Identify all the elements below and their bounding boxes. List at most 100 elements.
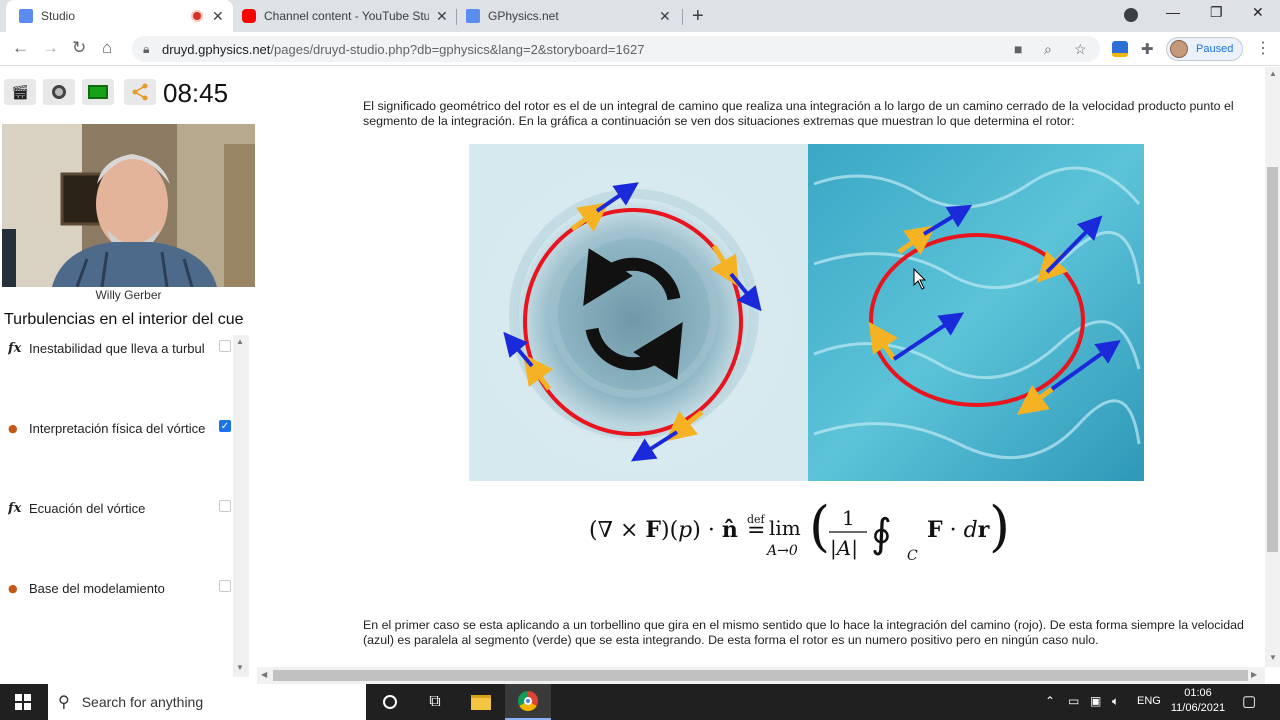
zoom-icon[interactable]: ⌕ (1044, 41, 1052, 58)
model-icon: ● (8, 422, 18, 435)
scroll-down-icon[interactable]: ▼ (1269, 653, 1277, 662)
tab-separator (682, 9, 683, 25)
record-icon (52, 85, 66, 99)
record-button[interactable] (43, 79, 75, 105)
url-domain: druyd.gphysics.net (162, 42, 271, 57)
scroll-left-icon[interactable]: ◀ (261, 670, 267, 679)
url-text: druyd.gphysics.net/pages/druyd-studio.ph… (162, 42, 644, 57)
bookmark-star-icon[interactable]: ☆ (1074, 41, 1087, 58)
screen-icon (88, 85, 108, 99)
browser-tab-bar: Studio ✕ Channel content - YouTube Studi… (0, 0, 1280, 32)
list-item[interactable]: fx Inestabilidad que lleva a turbul (8, 341, 213, 356)
session-timer: 08:45 (163, 78, 229, 108)
screen-button[interactable] (82, 79, 114, 105)
svg-text:|A|: |A| (830, 536, 858, 561)
tab-separator (456, 9, 457, 25)
list-item[interactable]: ● Base del modelamiento (8, 581, 213, 596)
reload-icon[interactable]: ↻ (72, 38, 86, 58)
taskbar-clock[interactable]: 01:06 11/06/2021 (1160, 686, 1236, 716)
maximize-icon[interactable]: ❐ (1210, 4, 1223, 21)
section-title: Turbulencias en el interior del cue (4, 311, 244, 328)
language-indicator[interactable]: ENG (1137, 695, 1161, 707)
studio-sidebar: 🎬︎ 08:45 Willy Gerber Turbulencias en el… (0, 67, 257, 684)
close-tab-icon[interactable]: ✕ (212, 8, 224, 25)
svg-text:(: ( (809, 495, 830, 558)
storyboard-list: fx Inestabilidad que lleva a turbul ● In… (0, 335, 250, 677)
list-item[interactable]: ● Interpretación física del vórtice (8, 421, 213, 436)
explanation-paragraph: En el primer caso se esta aplicando a un… (363, 618, 1244, 647)
sidebar-scrollbar[interactable]: ▲ ▼ (233, 335, 249, 677)
start-button[interactable] (0, 684, 46, 720)
clock-date: 11/06/2021 (1170, 702, 1226, 714)
scroll-thumb[interactable] (1267, 167, 1278, 552)
taskbar-search[interactable]: ⚲ Search for anything (48, 684, 366, 720)
task-view-icon[interactable]: ⧉ (412, 684, 458, 720)
item-checkbox[interactable] (219, 580, 231, 592)
page-horizontal-scrollbar[interactable]: ◀ ▶ (257, 667, 1265, 684)
item-checkbox[interactable] (219, 500, 231, 512)
tab-gphysics[interactable]: GPhysics.net ✕ (466, 0, 678, 32)
share-button[interactable] (124, 79, 156, 105)
extensions-puzzle-icon[interactable]: ✚ (1141, 40, 1154, 58)
battery-icon[interactable]: ▭ (1068, 694, 1079, 708)
close-window-icon[interactable]: ✕ (1252, 4, 1264, 21)
close-tab-icon[interactable]: ✕ (659, 8, 671, 25)
svg-text:1: 1 (842, 506, 855, 530)
profile-button[interactable]: Paused (1166, 37, 1243, 61)
profile-status: Paused (1196, 43, 1234, 55)
chrome-icon[interactable] (505, 684, 551, 720)
youtube-favicon-icon (242, 9, 256, 23)
cortana-icon[interactable] (367, 684, 413, 720)
item-checkbox[interactable]: ✓ (219, 420, 231, 432)
page-content: El significado geométrico del rotor es e… (257, 67, 1265, 667)
url-path: /pages/druyd-studio.php?db=gphysics&lang… (270, 42, 645, 57)
clock-time: 01:06 (1184, 687, 1212, 699)
notifications-icon[interactable]: ▢ (1242, 692, 1256, 710)
forward-icon[interactable]: → (42, 38, 59, 58)
studio-favicon-icon (19, 9, 33, 23)
svg-text:A→0: A→0 (765, 543, 798, 559)
search-icon: ⚲ (58, 694, 70, 711)
scroll-up-icon[interactable]: ▲ (236, 337, 244, 346)
model-icon: ● (8, 582, 18, 595)
svg-text:C: C (907, 548, 918, 564)
camera-icon[interactable]: ■ (1014, 41, 1022, 57)
tab-studio[interactable]: Studio ✕ (6, 0, 233, 32)
rotor-formula: (∇ × F)(p) · n̂ def = lim A→0 ( 1 |A| ∮ … (587, 495, 1007, 565)
svg-text:F · dr: F · dr (927, 517, 990, 543)
home-icon[interactable]: ⌂ (102, 38, 112, 58)
minimize-icon[interactable]: — (1166, 4, 1180, 20)
list-item-label: Ecuación del vórtice (29, 501, 146, 516)
page-vertical-scrollbar[interactable]: ▲ ▼ (1265, 67, 1280, 667)
browser-menu-icon[interactable]: ⋮ (1255, 38, 1271, 58)
rotor-illustration (469, 144, 1144, 481)
scroll-up-icon[interactable]: ▲ (1269, 69, 1277, 78)
close-tab-icon[interactable]: ✕ (436, 8, 448, 25)
network-icon[interactable]: ▣ (1090, 694, 1101, 708)
list-item-label: Interpretación física del vórtice (29, 421, 206, 436)
windows-taskbar: ⚲ Search for anything ⧉ ⌃ ▭ ▣ 🔈︎ ENG 01:… (0, 684, 1280, 720)
scroll-thumb[interactable] (273, 670, 1248, 681)
address-bar[interactable]: 🔒︎ druyd.gphysics.net/pages/druyd-studio… (132, 36, 1100, 62)
volume-icon[interactable]: 🔈︎ (1112, 694, 1119, 709)
new-tab-icon[interactable]: + (692, 5, 704, 28)
tab-title: GPhysics.net (488, 9, 559, 23)
tab-search-icon[interactable] (1124, 8, 1138, 22)
scroll-down-icon[interactable]: ▼ (236, 663, 244, 672)
item-checkbox[interactable] (219, 340, 231, 352)
list-item-label: Base del modelamiento (29, 581, 165, 596)
tray-chevron-icon[interactable]: ⌃ (1045, 694, 1055, 708)
svg-text:lim: lim (769, 516, 801, 540)
file-explorer-icon[interactable] (458, 684, 504, 720)
intro-paragraph: El significado geométrico del rotor es e… (363, 99, 1234, 128)
list-item[interactable]: fx Ecuación del vórtice (8, 501, 213, 516)
list-item-label: Inestabilidad que lleva a turbul (29, 341, 205, 356)
share-icon (132, 83, 148, 101)
avatar (1170, 40, 1188, 58)
tab-youtube-studio[interactable]: Channel content - YouTube Studio ✕ (242, 0, 454, 32)
clapper-button[interactable]: 🎬︎ (4, 79, 36, 105)
back-icon[interactable]: ← (12, 38, 29, 58)
download-extension-icon[interactable] (1112, 41, 1128, 57)
scroll-right-icon[interactable]: ▶ (1251, 670, 1257, 679)
presenter-name: Willy Gerber (95, 288, 162, 302)
